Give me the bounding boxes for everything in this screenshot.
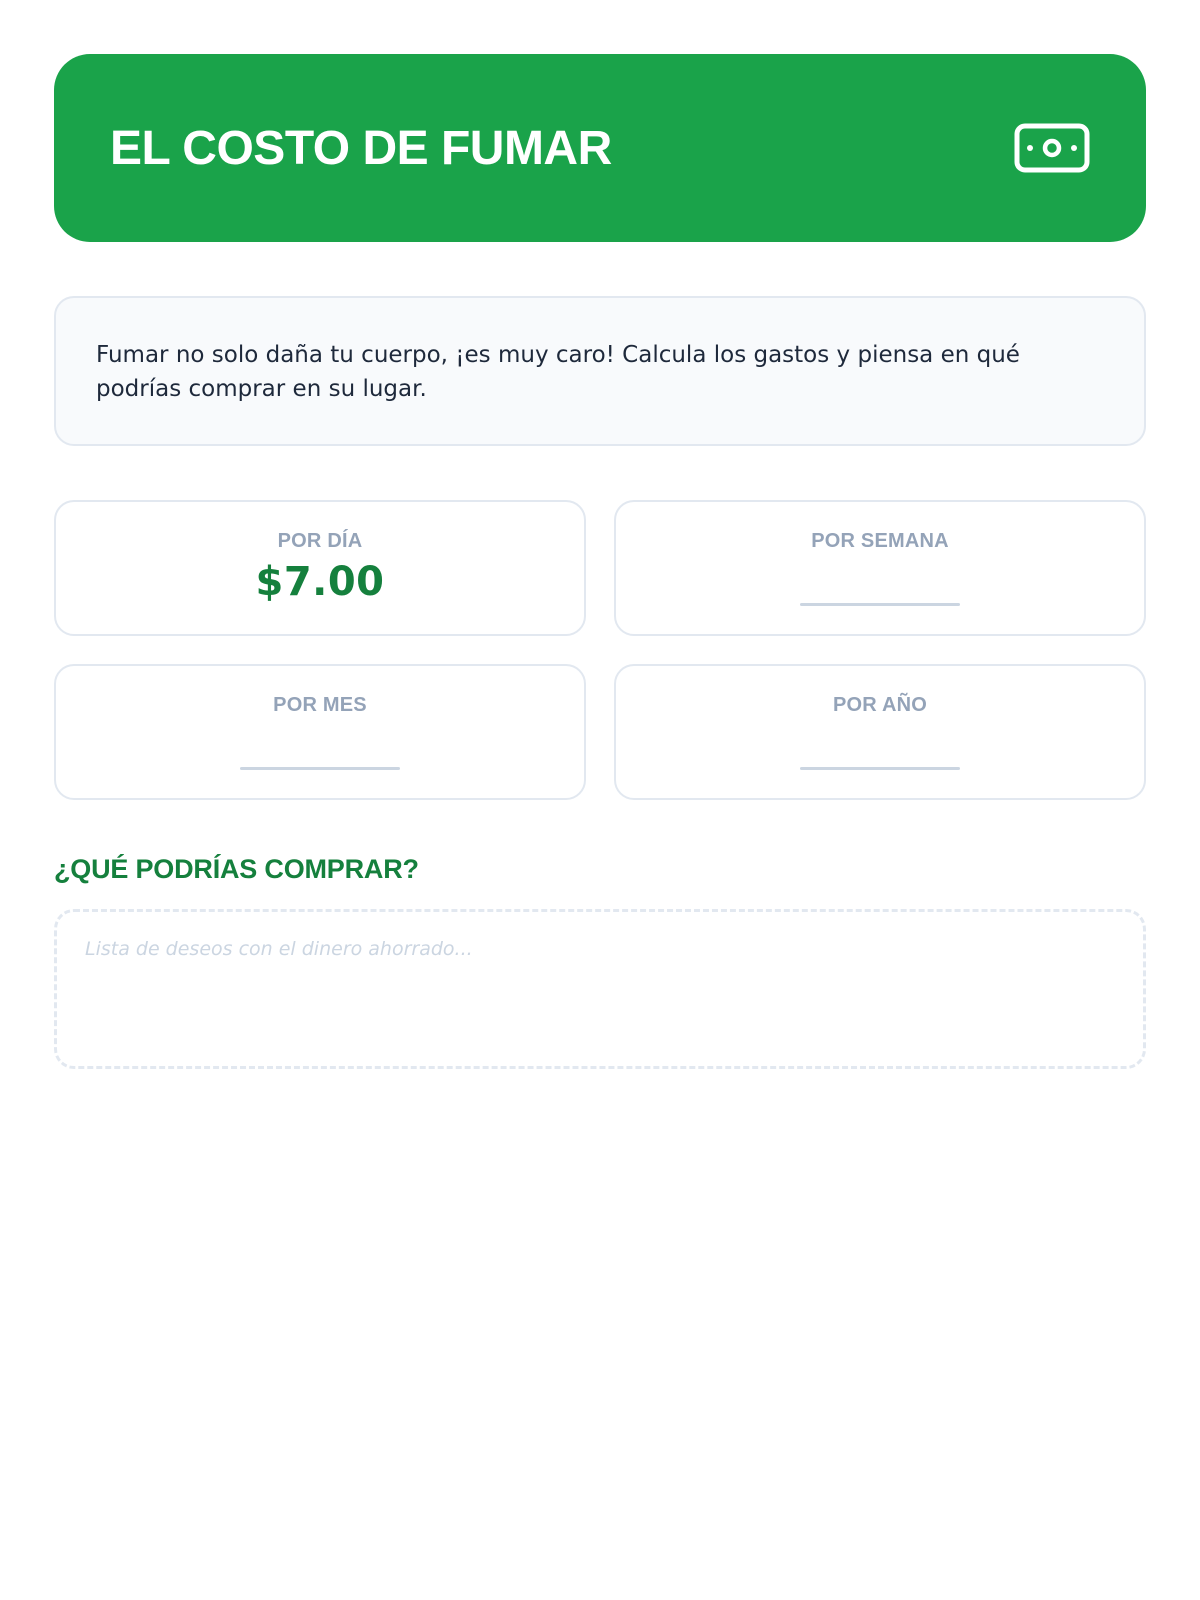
cost-value-day: $7.00 (255, 559, 385, 605)
cost-label-day: POR DÍA (277, 530, 363, 552)
page: EL COSTO DE FUMAR Fumar no solo daña tu … (0, 0, 1200, 1600)
cost-card-day: POR DÍA $7.00 (54, 500, 586, 636)
cost-card-week: POR SEMANA (614, 500, 1146, 636)
cost-value-month-empty (240, 767, 400, 770)
cost-label-week: POR SEMANA (811, 530, 949, 552)
intro-text: Fumar no solo daña tu cuerpo, ¡es muy ca… (96, 342, 1020, 402)
wishlist-input[interactable] (85, 938, 1115, 1040)
cost-value-year-empty (800, 767, 960, 770)
cost-label-month: POR MES (273, 694, 367, 716)
cost-card-year: POR AÑO (614, 664, 1146, 800)
wishlist-title: ¿QUÉ PODRÍAS COMPRAR? (54, 854, 419, 884)
cost-value-week-empty (800, 603, 960, 606)
money-bill-icon (1014, 123, 1090, 173)
intro-card: Fumar no solo daña tu cuerpo, ¡es muy ca… (54, 296, 1146, 446)
wishlist-box[interactable] (54, 909, 1146, 1069)
cost-label-year: POR AÑO (833, 694, 927, 716)
cost-grid: POR DÍA $7.00 POR SEMANA POR MES POR AÑO (54, 500, 1146, 800)
cost-card-month: POR MES (54, 664, 586, 800)
header-banner: EL COSTO DE FUMAR (54, 54, 1146, 242)
page-title: EL COSTO DE FUMAR (110, 121, 612, 175)
